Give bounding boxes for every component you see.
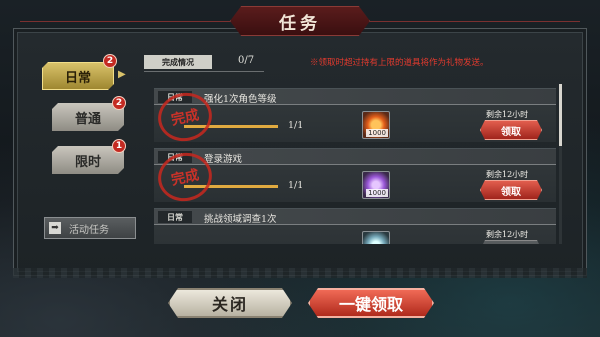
- claim-all-button-label: 一键领取: [338, 295, 403, 314]
- purple-crystal-icon[interactable]: 1000: [362, 171, 390, 199]
- completion-label: 完成情况: [144, 55, 212, 69]
- page-title: 任务: [279, 13, 321, 34]
- task-progress: 1/1: [288, 180, 304, 191]
- title-divider-left: [20, 21, 230, 22]
- task-row: 日常 登录游戏 1/1 1000 剩余12小时 领取 完成: [154, 147, 556, 207]
- close-button-label: 关闭: [211, 295, 248, 314]
- task-progress: 1/1: [288, 120, 304, 131]
- tab-active-arrow-icon: ▶: [118, 69, 126, 80]
- task-tag: 日常: [158, 211, 192, 223]
- scrollbar-thumb[interactable]: [559, 84, 562, 146]
- claim-button[interactable]: 领取: [480, 180, 542, 200]
- claim-all-button[interactable]: 一键领取: [308, 288, 434, 318]
- tab-normal-label: 普通: [74, 111, 101, 127]
- remaining-time: 剩余12小时: [486, 170, 529, 179]
- tab-limited-label: 限时: [74, 154, 101, 170]
- reward-count: 1000: [366, 189, 388, 197]
- fire-orb-icon[interactable]: 1000: [362, 111, 390, 139]
- task-header: 日常 登录游戏: [154, 149, 556, 165]
- tab-normal-badge: 2: [112, 96, 126, 110]
- close-button[interactable]: 关闭: [168, 288, 292, 318]
- reward-count: 1000: [366, 129, 388, 137]
- task-header: 日常 强化1次角色等级: [154, 89, 556, 105]
- task-row: 日常 强化1次角色等级 1/1 1000 剩余12小时 领取 完成: [154, 87, 556, 147]
- task-row: 日常 挑战领域调查1次 剩余12小时: [154, 208, 556, 244]
- task-header: 日常 挑战领域调查1次: [154, 209, 556, 225]
- notice-text: ※领取时超过持有上限的道具将作为礼物发送。: [310, 58, 489, 68]
- title-divider-right: [370, 21, 580, 22]
- activity-tasks-button[interactable]: ➡ 活动任务: [44, 217, 136, 239]
- arrow-right-icon: ➡: [49, 222, 61, 234]
- tab-limited-badge: 1: [112, 139, 126, 153]
- panel-decoration: [13, 268, 587, 278]
- claim-button[interactable]: 领取: [480, 120, 542, 140]
- blue-item-icon[interactable]: [362, 231, 390, 244]
- activity-tasks-label: 活动任务: [69, 224, 109, 236]
- claim-button[interactable]: [480, 240, 542, 244]
- task-title: 登录游戏: [204, 154, 243, 165]
- tab-daily-badge: 2: [103, 54, 117, 68]
- divider: [144, 71, 264, 72]
- task-title: 挑战领域调查1次: [204, 214, 277, 225]
- task-title: 强化1次角色等级: [204, 94, 277, 105]
- remaining-time: 剩余12小时: [486, 110, 529, 119]
- tab-daily-label: 日常: [64, 70, 91, 86]
- title-banner: 任务: [230, 6, 370, 36]
- tab-daily[interactable]: 日常: [42, 62, 114, 90]
- task-list[interactable]: 日常 强化1次角色等级 1/1 1000 剩余12小时 领取 完成 日常 登录游…: [154, 84, 556, 244]
- remaining-time: 剩余12小时: [486, 230, 529, 239]
- completion-count: 0/7: [238, 55, 255, 66]
